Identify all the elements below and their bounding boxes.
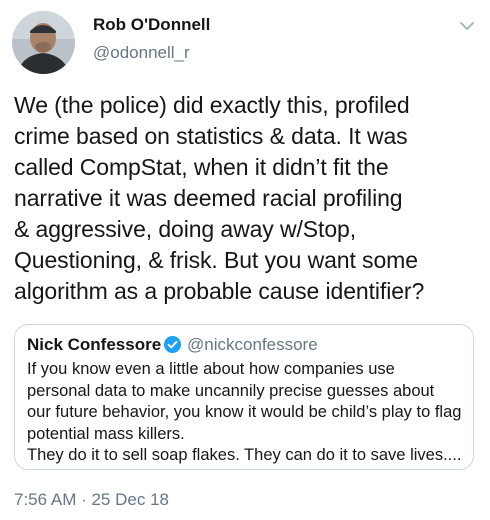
quoted-tweet[interactable]: Nick Confessore @nickconfessore If you k…	[14, 324, 474, 470]
author-handle[interactable]: @odonnell_r	[93, 43, 190, 63]
quoted-author-handle: @nickconfessore	[187, 335, 318, 354]
verified-badge-icon	[163, 335, 182, 354]
tweet-text: We (the police) did exactly this, profil…	[14, 92, 425, 304]
avatar[interactable]	[12, 11, 75, 74]
author-name[interactable]: Rob O'Donnell	[93, 15, 210, 35]
tweet-card: Rob O'Donnell @odonnell_r We (the police…	[0, 0, 490, 520]
chevron-down-icon[interactable]	[459, 20, 475, 32]
avatar-image	[12, 11, 75, 74]
tweet-timestamp[interactable]: 7:56 AM · 25 Dec 18	[14, 490, 169, 510]
quoted-tweet-text: If you know even a little about how comp…	[27, 360, 462, 464]
quoted-author-name: Nick Confessore	[27, 335, 162, 354]
